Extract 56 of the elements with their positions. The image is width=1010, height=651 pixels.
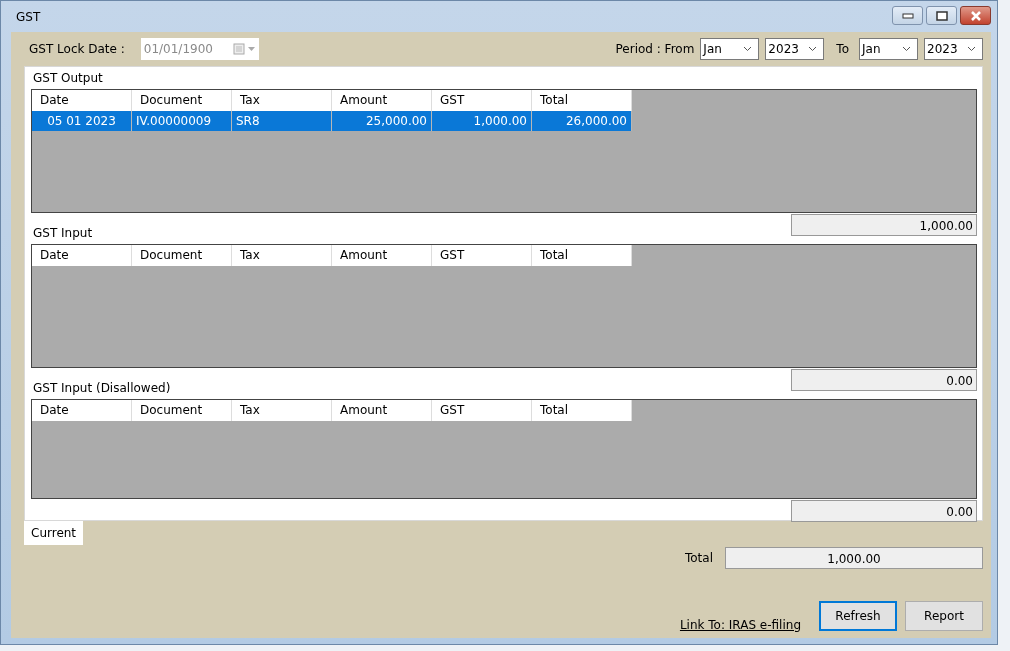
chevron-down-icon <box>808 46 818 52</box>
column-header[interactable]: Document <box>132 245 232 266</box>
to-month-dropdown[interactable]: Jan <box>859 38 918 60</box>
column-header[interactable]: Tax <box>232 400 332 421</box>
column-header[interactable]: Tax <box>232 245 332 266</box>
chevron-down-icon <box>902 46 911 52</box>
report-button[interactable]: Report <box>905 601 983 631</box>
close-icon <box>969 10 982 21</box>
table-cell: 05 01 2023 <box>32 111 132 131</box>
from-year-dropdown[interactable]: 2023 <box>765 38 825 60</box>
close-button[interactable] <box>960 6 991 25</box>
maximize-icon <box>935 10 948 21</box>
table-cell: 25,000.00 <box>332 111 432 131</box>
column-header[interactable]: GST <box>432 90 532 111</box>
minimize-icon <box>901 12 914 19</box>
column-header[interactable]: Total <box>532 245 632 266</box>
grid-row[interactable]: 05 01 2023 IV.00000009 SR8 25,000.00 1,000.00 26,000.00 <box>32 111 632 131</box>
section-title: GST Input (Disallowed) <box>32 380 171 397</box>
column-header[interactable]: Total <box>532 90 632 111</box>
refresh-button[interactable]: Refresh <box>819 601 897 631</box>
section-total-field: 0.00 <box>791 499 977 522</box>
window-title: GST <box>15 9 41 24</box>
chevron-down-icon <box>743 46 753 52</box>
lock-date-label: GST Lock Date : <box>29 42 125 56</box>
total-label: Total <box>684 551 713 565</box>
minimize-button[interactable] <box>892 6 923 25</box>
column-header[interactable]: Total <box>532 400 632 421</box>
section-title: GST Output <box>32 70 103 87</box>
tab[interactable]: Current <box>24 521 84 545</box>
section-total-field: 0.00 <box>791 368 977 391</box>
table-cell: 26,000.00 <box>532 111 632 131</box>
table-cell: SR8 <box>232 111 332 131</box>
column-header[interactable]: Amount <box>332 90 432 111</box>
column-header[interactable]: Document <box>132 400 232 421</box>
column-header[interactable]: Date <box>32 245 132 266</box>
section-title: GST Input <box>32 225 93 242</box>
table-cell: 1,000.00 <box>432 111 532 131</box>
to-year-dropdown[interactable]: 2023 <box>924 38 983 60</box>
calendar-icon <box>232 43 257 55</box>
period-from-label: Period : From <box>615 42 695 56</box>
column-header[interactable]: Amount <box>332 400 432 421</box>
maximize-button[interactable] <box>926 6 957 25</box>
total-field: 1,000.00 <box>725 547 983 569</box>
period-to-label: To <box>836 42 849 56</box>
chevron-down-icon <box>967 46 976 52</box>
column-header[interactable]: Amount <box>332 245 432 266</box>
column-header[interactable]: Document <box>132 90 232 111</box>
iras-efiling-link[interactable]: Link To: IRAS e-filing <box>679 618 801 632</box>
column-header[interactable]: Date <box>32 90 132 111</box>
column-header[interactable]: GST <box>432 400 532 421</box>
table-cell: IV.00000009 <box>132 111 232 131</box>
from-month-dropdown[interactable]: Jan <box>700 38 760 60</box>
section-total-field: 1,000.00 <box>791 213 977 236</box>
column-header[interactable]: Date <box>32 400 132 421</box>
column-header[interactable]: GST <box>432 245 532 266</box>
column-header[interactable]: Tax <box>232 90 332 111</box>
